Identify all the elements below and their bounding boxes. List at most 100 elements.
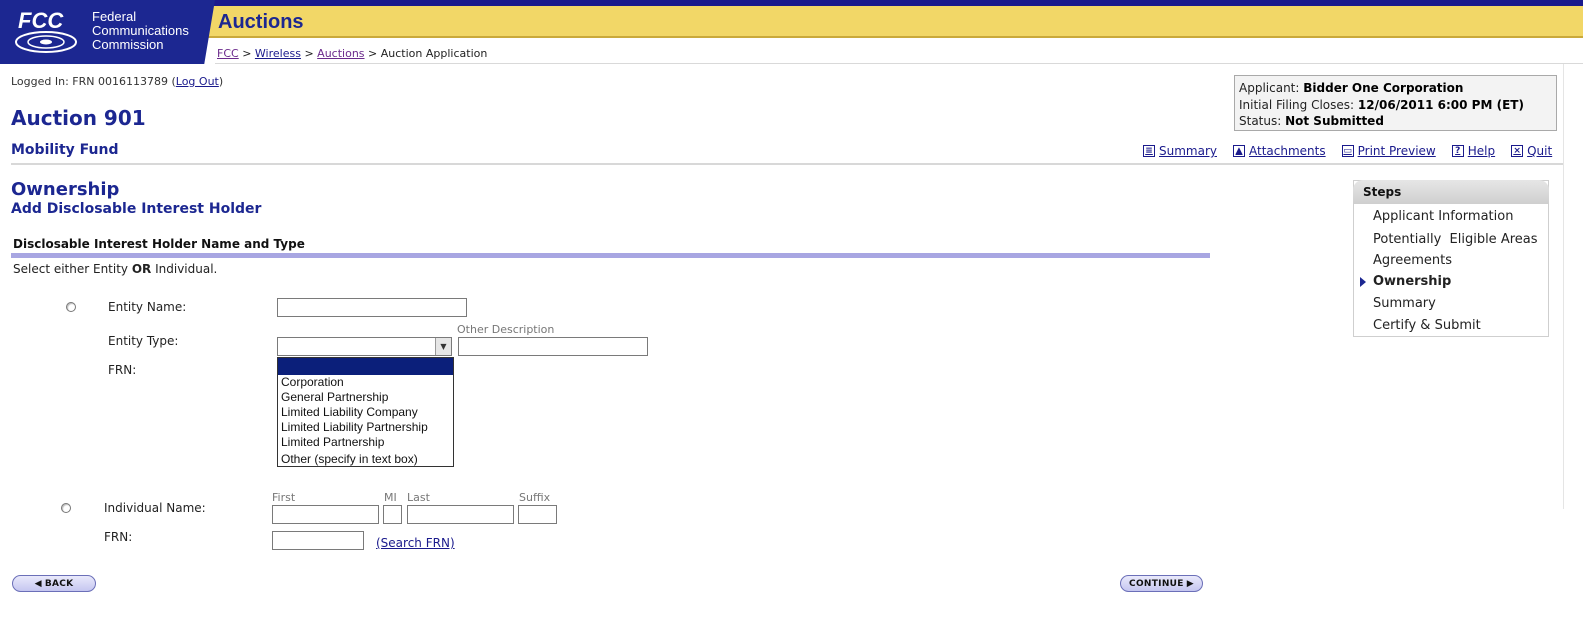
status-value: Not Submitted	[1285, 114, 1384, 128]
suffix-label: Suffix	[519, 491, 551, 504]
continue-arrow-icon: ▶	[1186, 578, 1194, 589]
instruction-post: Individual.	[151, 262, 218, 276]
breadcrumb: FCC > Wireless > Auctions > Auction Appl…	[217, 47, 487, 60]
help-icon: ?	[1451, 145, 1464, 157]
dropdown-option[interactable]: General Partnership	[278, 390, 453, 405]
summary-icon: ≡	[1143, 145, 1155, 157]
app-title: Auctions	[218, 11, 304, 33]
steps-heading: Steps	[1353, 180, 1549, 204]
entity-name-label: Entity Name:	[108, 300, 187, 314]
attachments-icon: ▲	[1233, 145, 1245, 157]
dropdown-option[interactable]	[278, 358, 453, 375]
last-name-label: Last	[407, 491, 430, 504]
applicant-row: Applicant: Bidder One Corporation	[1239, 80, 1552, 97]
dropdown-option[interactable]: Corporation	[278, 375, 453, 390]
entity-type-label: Entity Type:	[108, 334, 179, 348]
logout-link[interactable]: Log Out	[176, 75, 219, 88]
first-name-label: First	[272, 491, 296, 504]
header-rule	[205, 36, 1583, 38]
breadcrumb-separator: >	[368, 47, 378, 60]
individual-frn-field[interactable]	[272, 531, 364, 550]
step-potentially-eligible-areas[interactable]: Potentially Eligible Areas	[1373, 232, 1538, 247]
breadcrumb-link-fcc[interactable]: FCC	[217, 47, 239, 60]
step-certify-submit[interactable]: Certify & Submit	[1373, 318, 1481, 333]
last-name-field[interactable]	[407, 505, 514, 524]
individual-name-label: Individual Name:	[104, 501, 206, 515]
section-subtitle: Add Disclosable Interest Holder	[11, 201, 262, 217]
login-text-end: )	[218, 75, 224, 88]
attachments-link[interactable]: ▲ Attachments	[1233, 144, 1326, 158]
section-title: Ownership	[11, 179, 120, 200]
breadcrumb-link-auctions[interactable]: Auctions	[317, 47, 364, 60]
search-frn-link[interactable]: (Search FRN)	[376, 536, 455, 550]
suffix-field[interactable]	[518, 505, 557, 524]
entity-type-dropdown[interactable]: Corporation General Partnership Limited …	[277, 357, 454, 467]
content-divider	[11, 163, 1563, 165]
applicant-label: Applicant:	[1239, 81, 1300, 95]
panel-rule	[11, 253, 1210, 258]
entity-name-field[interactable]	[277, 298, 467, 317]
middle-initial-field[interactable]	[383, 505, 402, 524]
breadcrumb-separator: >	[304, 47, 314, 60]
print-preview-link[interactable]: ▭ Print Preview	[1341, 144, 1436, 158]
agency-name-line: Communications	[92, 23, 189, 38]
help-link-label: Help	[1467, 144, 1496, 158]
print-preview-link-label: Print Preview	[1357, 144, 1436, 158]
toolbar: ≡ Summary ▲ Attachments ▭ Print Preview ? He…	[1143, 144, 1568, 158]
entity-type-select[interactable]	[277, 337, 452, 356]
summary-link[interactable]: ≡ Summary	[1143, 144, 1217, 158]
breadcrumb-link-wireless[interactable]: Wireless	[255, 47, 301, 60]
breadcrumb-current: Auction Application	[380, 47, 488, 60]
continue-button[interactable]: CONTINUE ▶	[1120, 575, 1203, 592]
instruction-or: OR	[131, 262, 152, 276]
step-applicant-information[interactable]: Applicant Information	[1373, 209, 1513, 224]
header-divider	[215, 63, 1583, 64]
login-text: Logged In: FRN 0016113789 (	[11, 75, 176, 88]
status-label: Status:	[1239, 114, 1282, 128]
back-button[interactable]: ◀ BACK	[12, 575, 96, 592]
chevron-down-icon[interactable]: ▼	[435, 338, 451, 355]
header-title-bar	[205, 6, 1583, 38]
middle-initial-label: MI	[384, 491, 397, 504]
agency-name: Federal Communications Commission	[92, 10, 189, 52]
filing-label: Initial Filing Closes:	[1239, 97, 1355, 112]
instruction-pre: Select either Entity	[13, 262, 132, 276]
quit-link[interactable]: × Quit	[1511, 144, 1552, 158]
entity-frn-label: FRN:	[108, 363, 137, 377]
quit-icon: ×	[1511, 145, 1524, 157]
back-arrow-icon: ◀	[34, 578, 42, 589]
page-subtitle: Mobility Fund	[11, 142, 119, 158]
dropdown-option[interactable]: Other (specify in text box)	[278, 452, 453, 467]
filing-value: 12/06/2011 6:00 PM (ET)	[1357, 97, 1524, 112]
back-button-label: BACK	[44, 578, 74, 589]
breadcrumb-separator: >	[242, 47, 252, 60]
status-row: Status: Not Submitted	[1239, 113, 1552, 130]
individual-radio[interactable]	[61, 503, 71, 513]
quit-link-label: Quit	[1527, 144, 1553, 158]
page-title: Auction 901	[11, 106, 146, 130]
dropdown-option[interactable]: Limited Partnership	[278, 435, 453, 450]
continue-button-label: CONTINUE	[1129, 578, 1184, 589]
other-description-field[interactable]	[458, 337, 648, 356]
summary-link-label: Summary	[1159, 144, 1217, 158]
filing-row: Initial Filing Closes: 12/06/2011 6:00 P…	[1239, 97, 1552, 114]
attachments-link-label: Attachments	[1249, 144, 1326, 158]
dropdown-option[interactable]: Limited Liability Company	[278, 405, 453, 420]
agency-name-line: Commission	[92, 37, 164, 52]
instruction-text: Select either Entity OR Individual.	[13, 262, 217, 276]
other-description-label: Other Description	[457, 323, 555, 336]
fcc-seal-icon: FCC	[15, 8, 77, 53]
entity-radio[interactable]	[66, 302, 76, 312]
dropdown-option[interactable]: Limited Liability Partnership	[278, 420, 453, 435]
applicant-value: Bidder One Corporation	[1303, 81, 1464, 95]
svg-text:FCC: FCC	[18, 8, 64, 33]
page-right-edge	[1563, 64, 1583, 509]
first-name-field[interactable]	[272, 505, 379, 524]
help-link[interactable]: ? Help	[1451, 144, 1496, 158]
applicant-info-box: Applicant: Bidder One Corporation Initia…	[1234, 75, 1557, 131]
step-summary[interactable]: Summary	[1373, 296, 1436, 311]
step-ownership[interactable]: Ownership	[1373, 274, 1451, 289]
step-agreements[interactable]: Agreements	[1373, 253, 1452, 268]
individual-frn-label: FRN:	[104, 530, 133, 544]
login-status: Logged In: FRN 0016113789 (Log Out)	[11, 75, 223, 88]
